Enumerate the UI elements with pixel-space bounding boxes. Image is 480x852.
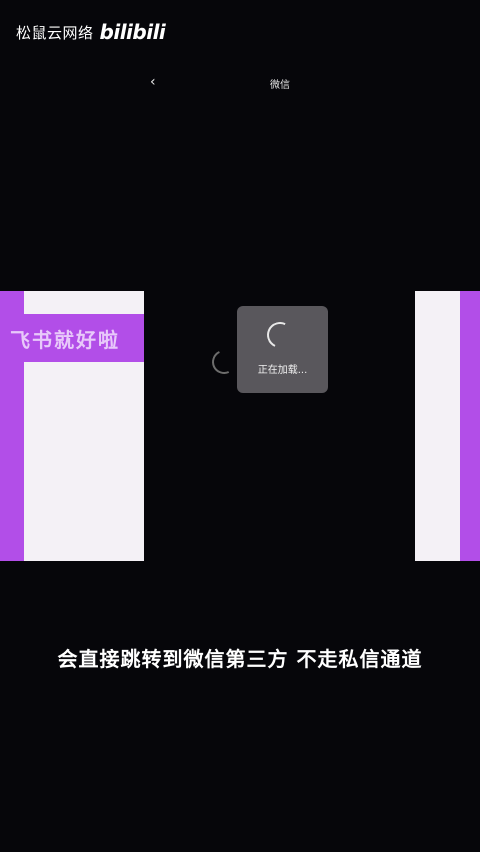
right-preview-card: [415, 291, 480, 561]
accent-banner: 飞书就好啦: [0, 314, 144, 362]
back-icon[interactable]: ‹: [150, 74, 156, 90]
watermark: 松鼠云网络 bilibili: [16, 20, 166, 44]
bilibili-logo: bilibili: [99, 20, 166, 44]
top-bar: ‹ 微信: [140, 72, 410, 96]
watermark-text: 松鼠云网络: [16, 23, 94, 42]
video-subtitle: 会直接跳转到微信第三方 不走私信通道: [57, 647, 423, 671]
loading-dialog: 正在加载...: [237, 306, 328, 393]
background-spinner-icon: [208, 346, 240, 378]
banner-text: 飞书就好啦: [10, 327, 120, 352]
loading-text: 正在加载...: [257, 365, 308, 376]
left-preview-card: 飞书就好啦: [0, 291, 144, 561]
spinner-icon: [263, 318, 297, 352]
page-title: 微信: [270, 80, 290, 91]
accent-stripe-vertical-right: [460, 291, 480, 561]
